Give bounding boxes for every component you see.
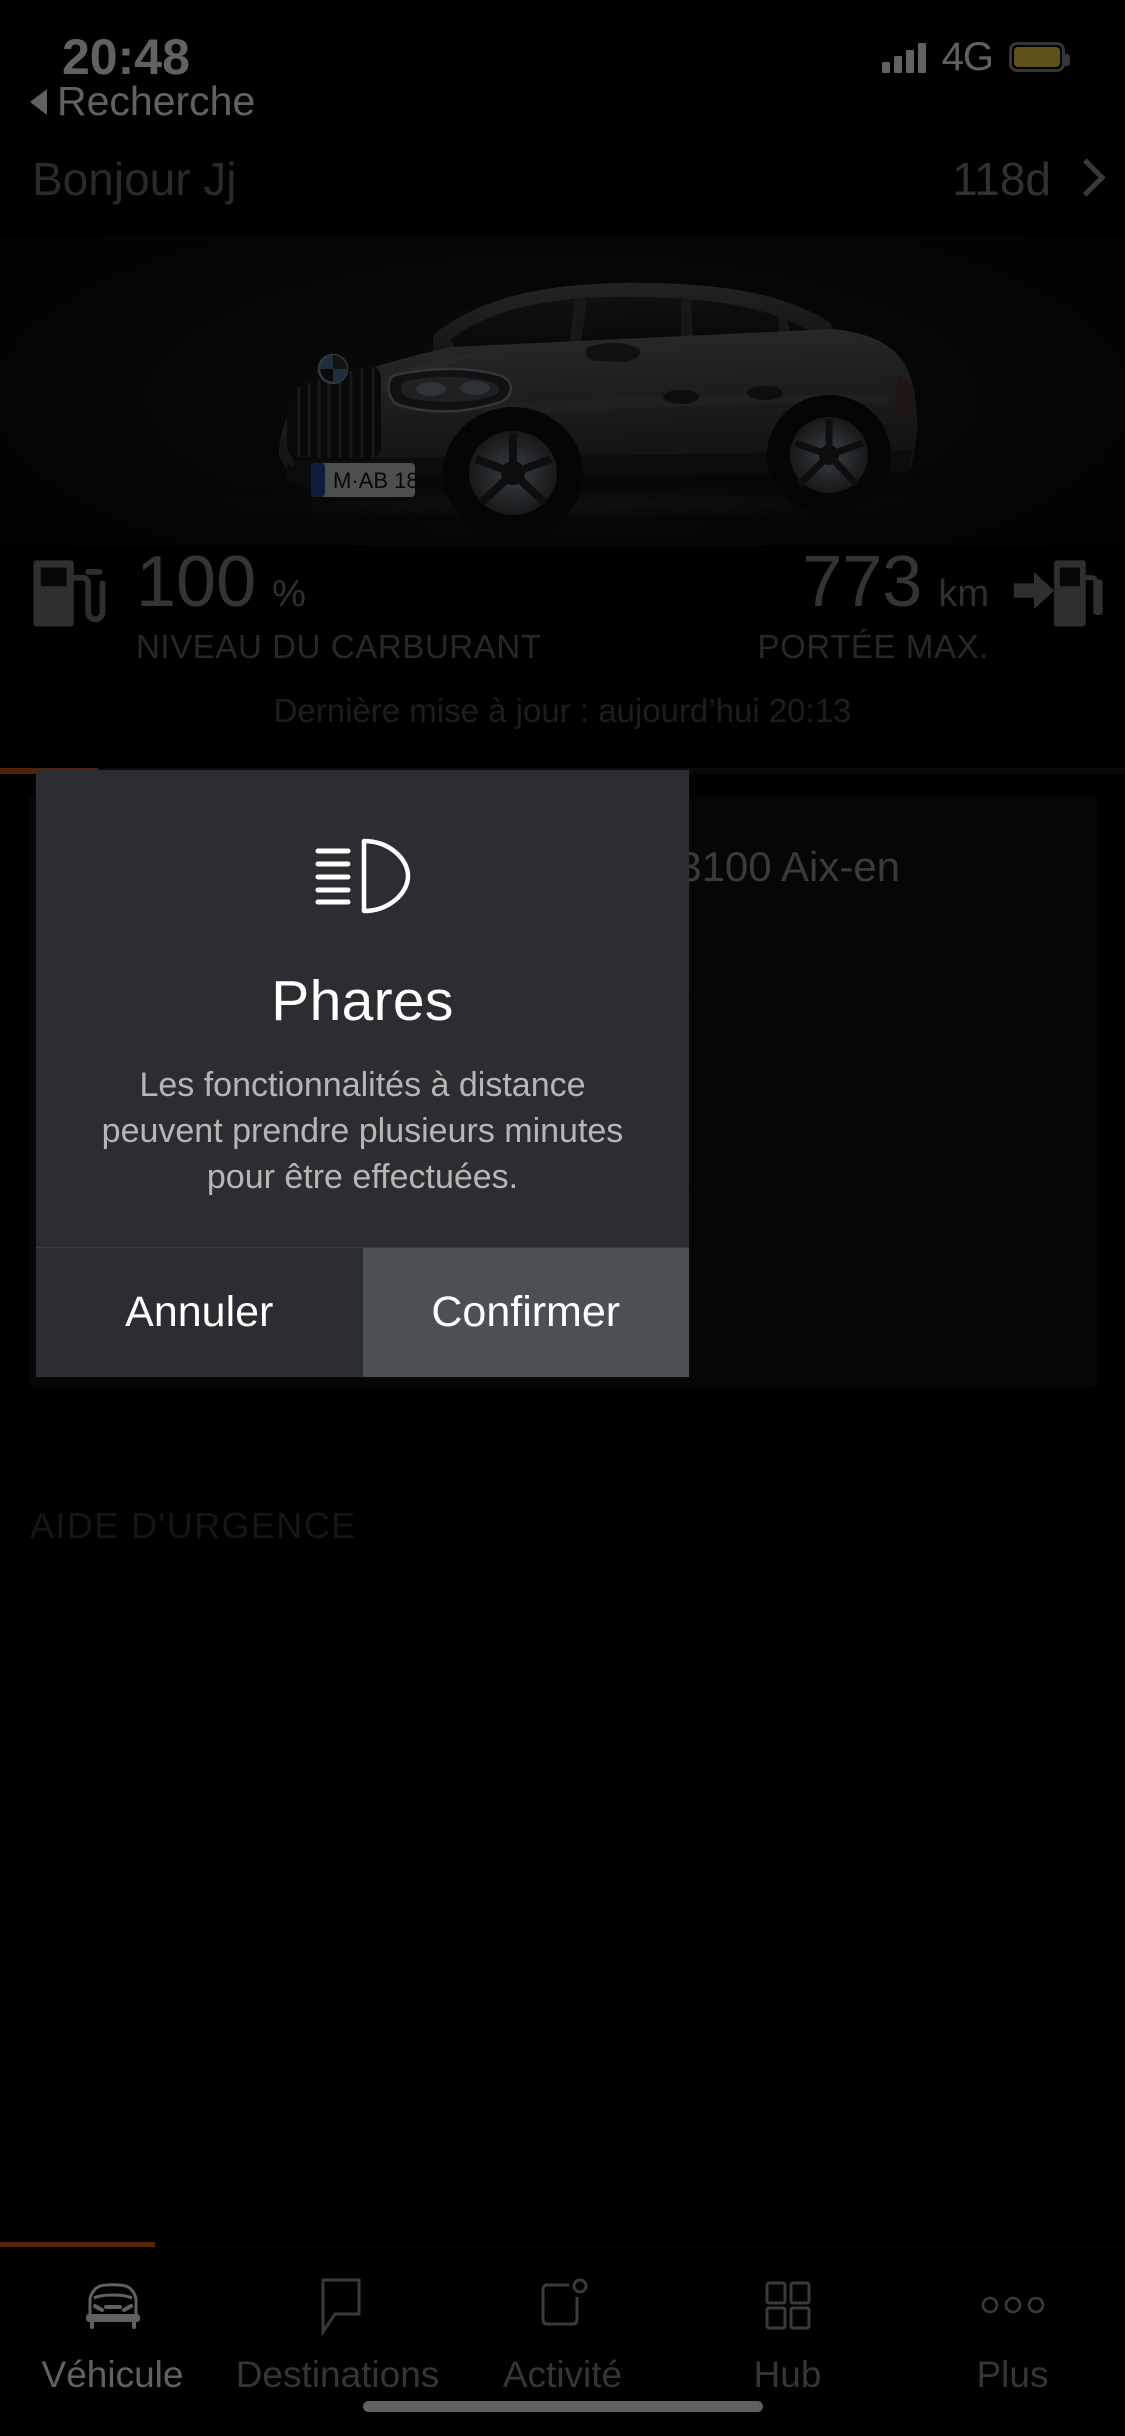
- dialog-body: Phares Les fonctionnalités à distance pe…: [36, 770, 689, 1247]
- dialog-title: Phares: [271, 969, 454, 1033]
- dialog-actions: Annuler Confirmer: [36, 1246, 689, 1377]
- headlight-icon: [80, 828, 645, 924]
- dialog-message: Les fonctionnalités à distance peuvent p…: [101, 1066, 624, 1197]
- confirm-button[interactable]: Confirmer: [362, 1247, 689, 1377]
- app-screen: 20:48 4G Recherche Bonjour Jj 118d: [0, 0, 1125, 2436]
- confirm-dialog: Phares Les fonctionnalités à distance pe…: [36, 770, 689, 1377]
- cancel-button[interactable]: Annuler: [36, 1247, 363, 1377]
